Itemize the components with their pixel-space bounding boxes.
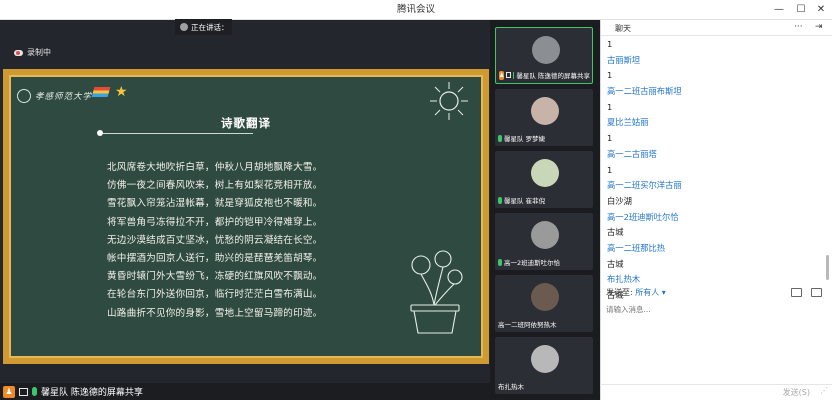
- participant-name: 馨星队 崔菲倪: [504, 197, 546, 205]
- flag-icon: [91, 87, 111, 97]
- collapse-panel-icon[interactable]: ⇥: [815, 22, 823, 32]
- message-text: 1: [607, 133, 613, 144]
- poem-line: 雪花飘入帘笼沾湿帐幕，就是穿狐皮袍也不暖和。: [107, 198, 323, 210]
- poem-line: 将军兽角弓冻得拉不开，都护的铠甲冷得难穿上。: [107, 216, 323, 228]
- avatar: [531, 283, 559, 311]
- presenter-bar: ♟ 馨星队 陈逸德的屏幕共享: [0, 383, 490, 400]
- video-tile[interactable]: 高一2班迪斯吐尔恰: [495, 213, 593, 270]
- poem-line: 仿佛一夜之间春风吹来，树上有如梨花竞相开放。: [107, 180, 323, 192]
- microphone-icon: [512, 71, 515, 79]
- video-tile[interactable]: 高一二班阿依努热木: [495, 275, 593, 332]
- speaking-indicator: 正在讲话：: [175, 19, 232, 35]
- poem-line: 帐中摆酒为回京人送行，助兴的是琵琶羌笛胡琴。: [107, 253, 323, 265]
- poem-line: 黄昏时辕门外大雪纷飞，冻硬的红旗风吹不飘动。: [107, 271, 323, 283]
- title-underline: [103, 133, 253, 134]
- school-name: 孝感师范大学: [35, 92, 93, 102]
- chat-footer: 发送(S) ⋰: [600, 384, 832, 400]
- chat-message-list[interactable]: 1 古丽斯坦 1 高一二班古丽布斯坦 1 夏比兰姑丽 1 高一二古丽塔 1 高一…: [607, 37, 827, 304]
- message-sender[interactable]: 高一2班迪斯吐尔恰: [607, 210, 827, 226]
- message-sender[interactable]: 夏比兰姑丽: [607, 115, 827, 131]
- chat-panel: 聊天 ··· ⇥ 1 古丽斯坦 1 高一二班古丽布斯坦 1 夏比兰姑丽 1 高一…: [600, 20, 832, 400]
- screen-share-icon: [19, 387, 28, 396]
- microphone-icon: [498, 258, 502, 266]
- message-sender[interactable]: 高一二班那比热: [607, 241, 827, 257]
- participant-name: 馨星队 罗梦婕: [504, 135, 546, 143]
- star-icon: ★: [115, 84, 128, 100]
- file-icon[interactable]: [791, 288, 802, 297]
- screen-share-icon: [506, 72, 511, 78]
- chat-title: 聊天: [615, 24, 631, 33]
- microphone-icon: [498, 196, 502, 204]
- more-options-icon[interactable]: ···: [794, 22, 803, 32]
- message-sender[interactable]: 高一二古丽塔: [607, 147, 827, 163]
- poem-line: 北风席卷大地吹折白草，仲秋八月胡地飘降大雪。: [107, 162, 323, 173]
- slide-frame: 孝感师范大学 ★ 诗歌翻译 北风席卷大地吹折白草，仲秋八月胡地飘降大雪。 仿佛一…: [3, 69, 489, 364]
- poem-line: 山路曲折不见你的身影，雪地上空留马蹄的印迹。: [107, 307, 323, 319]
- recording-indicator[interactable]: 录制中: [14, 47, 51, 58]
- microphone-icon[interactable]: [32, 387, 37, 396]
- poem-translation: 北风席卷大地吹折白草，仲秋八月胡地飘降大雪。 仿佛一夜之间春风吹来，树上有如梨花…: [107, 159, 322, 323]
- message-sender[interactable]: 高一二班古丽布斯坦: [607, 84, 827, 100]
- message-sender[interactable]: 布扎热木: [607, 272, 827, 288]
- host-icon: ♟: [3, 385, 15, 398]
- window-title: 腾讯会议: [396, 4, 435, 15]
- send-button[interactable]: 发送(S): [783, 387, 810, 398]
- speaker-avatar-icon: [180, 23, 188, 31]
- participant-video-list[interactable]: ♟ 馨星队 陈逸德的屏幕共享 馨星队 罗梦婕 馨星队 崔菲倪 高一2班迪斯吐尔恰…: [490, 20, 600, 400]
- avatar: [532, 36, 560, 64]
- message-text: 白沙湖: [607, 195, 632, 206]
- recording-label: 录制中: [27, 48, 51, 57]
- screenshot-icon[interactable]: [811, 288, 822, 297]
- participant-name: 馨星队 陈逸德的屏幕共享: [516, 72, 590, 80]
- plant-pot-drawing-icon: [410, 250, 463, 334]
- resize-handle-icon[interactable]: ⋰: [820, 386, 828, 395]
- chat-header: 聊天 ··· ⇥: [601, 20, 832, 36]
- poem-line: 无边沙漠结成百丈坚冰，忧愁的阴云凝结在长空。: [107, 234, 323, 246]
- message-sender[interactable]: 古丽斯坦: [607, 53, 827, 69]
- screen-share-area[interactable]: 录制中 孝感师范大学 ★ 诗歌翻译 北风席卷大地吹折白草，仲秋八月胡地飘降大雪。: [0, 20, 490, 400]
- video-tile[interactable]: ♟ 馨星队 陈逸德的屏幕共享: [495, 27, 593, 84]
- speaking-label: 正在讲话：: [191, 22, 229, 32]
- avatar: [531, 345, 559, 373]
- record-icon: [14, 49, 23, 56]
- presenter-label: 馨星队 陈逸德的屏幕共享: [41, 388, 143, 398]
- message-text: 1: [607, 39, 613, 49]
- participant-name: 高一二班阿依努热木: [498, 321, 557, 329]
- chat-scrollbar[interactable]: [826, 255, 829, 280]
- microphone-icon: [498, 134, 502, 142]
- participant-name: 高一2班迪斯吐尔恰: [504, 259, 561, 267]
- video-tile[interactable]: 馨星队 崔菲倪: [495, 151, 593, 208]
- school-logo-icon: [17, 89, 31, 103]
- message-text: 古城: [607, 258, 624, 269]
- minimize-button[interactable]: —: [770, 0, 788, 20]
- avatar: [531, 159, 559, 187]
- message-text: 1: [607, 70, 613, 81]
- poem-line: 在轮台东门外送你回京，临行时茫茫白雪布满山。: [107, 289, 323, 301]
- message-text: 1: [607, 164, 613, 175]
- chat-input[interactable]: [606, 302, 826, 316]
- chalkboard-slide: 孝感师范大学 ★ 诗歌翻译 北风席卷大地吹折白草，仲秋八月胡地飘降大雪。 仿佛一…: [9, 75, 483, 358]
- avatar: [531, 221, 559, 249]
- send-to-label: 发送至:: [606, 288, 633, 297]
- title-bar: 腾讯会议 — ☐ ✕: [0, 0, 832, 20]
- maximize-button[interactable]: ☐: [792, 0, 810, 20]
- message-sender[interactable]: 高一二班买尔洋古丽: [607, 178, 827, 194]
- message-text: 1: [607, 101, 613, 112]
- slide-title: 诗歌翻译: [221, 116, 271, 130]
- host-icon: ♟: [499, 70, 505, 80]
- message-text: 古城: [607, 227, 624, 238]
- video-tile[interactable]: 布扎热木: [495, 337, 593, 394]
- close-button[interactable]: ✕: [812, 0, 830, 20]
- send-to-dropdown[interactable]: 所有人 ▾: [635, 288, 666, 297]
- avatar: [531, 97, 559, 125]
- video-tile[interactable]: 馨星队 罗梦婕: [495, 89, 593, 146]
- participant-name: 布扎热木: [498, 383, 524, 391]
